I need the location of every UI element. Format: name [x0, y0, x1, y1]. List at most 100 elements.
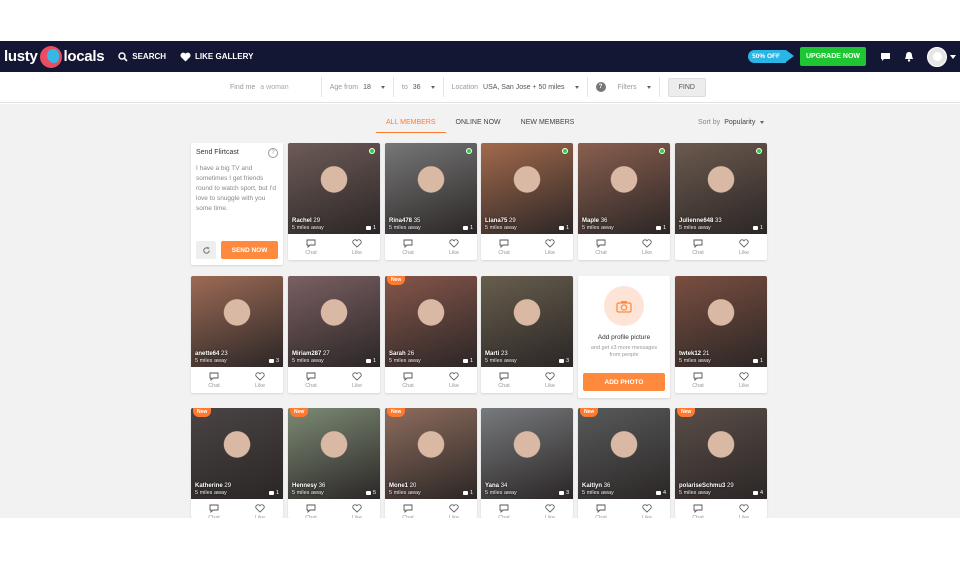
like-button[interactable]: Like [334, 367, 380, 393]
like-button[interactable]: Like [431, 367, 477, 393]
like-button[interactable]: Like [624, 499, 670, 518]
like-button[interactable]: Like [721, 234, 767, 260]
like-button[interactable]: Like [237, 499, 283, 518]
member-card[interactable]: New Kaitlyn 36 5 miles away 4 Chat Like [578, 408, 670, 518]
chat-button[interactable]: Chat [191, 499, 237, 518]
filter-location[interactable]: Location USA, San Jose + 50 miles [444, 77, 588, 97]
member-photo[interactable]: New Kaitlyn 36 5 miles away 4 [578, 408, 670, 499]
chat-bubble-icon [693, 239, 703, 248]
sort-dropdown[interactable]: Sort by Popularity [698, 119, 765, 126]
nav-like-gallery-link[interactable]: LIKE GALLERY [180, 52, 253, 62]
chat-button[interactable]: Chat [288, 499, 334, 518]
site-logo[interactable]: lusty locals [4, 45, 105, 68]
like-button[interactable]: Like [527, 234, 573, 260]
heart-icon [352, 371, 362, 381]
find-button[interactable]: FIND [667, 77, 706, 97]
like-button[interactable]: Like [721, 367, 767, 393]
discount-badge[interactable]: 50% OFF [748, 50, 794, 63]
refresh-flirtcast-button[interactable] [196, 241, 216, 259]
help-icon[interactable]: ? [268, 148, 278, 158]
member-photo[interactable]: New Katherine 29 5 miles away 1 [191, 408, 283, 499]
like-button[interactable]: Like [431, 234, 477, 260]
chat-button[interactable]: Chat [675, 367, 721, 393]
help-icon[interactable]: ? [595, 82, 606, 92]
member-name-text: Sarah [389, 351, 406, 357]
like-button[interactable]: Like [527, 367, 573, 393]
chat-button[interactable]: Chat [288, 367, 334, 393]
member-card[interactable]: Julienne648 33 5 miles away 1 Chat Like [675, 143, 767, 260]
member-photo[interactable]: anette64 23 5 miles away 3 [191, 276, 283, 367]
like-button[interactable]: Like [431, 499, 477, 518]
member-card[interactable]: New Katherine 29 5 miles away 1 Chat Like [191, 408, 283, 518]
photo-count: 1 [753, 225, 763, 231]
member-card[interactable]: Yana 34 5 miles away 3 Chat Like [481, 408, 573, 518]
chat-button[interactable]: Chat [675, 499, 721, 518]
member-photo[interactable]: Yana 34 5 miles away 3 [481, 408, 573, 499]
tab-online-now[interactable]: ONLINE NOW [446, 117, 511, 133]
member-name: Rachel 29 [292, 218, 320, 224]
member-card[interactable]: New polariseSchmu3 29 5 miles away 4 Chat Lik… [675, 408, 767, 518]
member-card[interactable]: New Mone1 20 5 miles away 1 Chat Like [385, 408, 477, 518]
member-photo[interactable]: Maple 36 5 miles away 1 [578, 143, 670, 234]
member-card[interactable]: twtek12 21 5 miles away 1 Chat Like [675, 276, 767, 393]
member-actions: Chat Like [385, 499, 477, 518]
send-flirtcast-button[interactable]: SEND NOW [221, 241, 278, 259]
account-menu-chevron-down-icon[interactable] [950, 54, 956, 59]
upgrade-button[interactable]: UPGRADE NOW [799, 47, 866, 66]
member-distance: 5 miles away [679, 490, 711, 496]
chat-button[interactable]: Chat [385, 499, 431, 518]
member-distance: 5 miles away [679, 225, 711, 231]
member-photo[interactable]: New polariseSchmu3 29 5 miles away 4 [675, 408, 767, 499]
member-photo[interactable]: twtek12 21 5 miles away 1 [675, 276, 767, 367]
member-card[interactable]: Miriam287 27 5 miles away 1 Chat Like [288, 276, 380, 393]
member-photo[interactable]: New Mone1 20 5 miles away 1 [385, 408, 477, 499]
filter-find-me[interactable]: Find me a woman [222, 77, 322, 97]
like-button[interactable]: Like [721, 499, 767, 518]
filter-more[interactable]: ? Filters [588, 77, 660, 97]
member-photo[interactable]: Miriam287 27 5 miles away 1 [288, 276, 380, 367]
member-card[interactable]: anette64 23 5 miles away 3 Chat Like [191, 276, 283, 393]
notifications-button[interactable] [904, 51, 914, 62]
member-photo[interactable]: Liana75 29 5 miles away 1 [481, 143, 573, 234]
tab-all-members[interactable]: ALL MEMBERS [376, 117, 446, 133]
chat-button[interactable]: Chat [481, 234, 527, 260]
add-photo-title: Add profile picture [597, 334, 651, 341]
chat-button[interactable]: Chat [578, 499, 624, 518]
add-photo-button[interactable]: ADD PHOTO [583, 373, 665, 391]
member-photo[interactable]: Marti 23 5 miles away 3 [481, 276, 573, 367]
member-photo[interactable]: Rina478 35 5 miles away 1 [385, 143, 477, 234]
chat-button[interactable]: Chat [675, 234, 721, 260]
member-card[interactable]: New Hennesy 36 5 miles away 5 Chat Like [288, 408, 380, 518]
chat-button[interactable]: Chat [385, 234, 431, 260]
chat-button[interactable]: Chat [191, 367, 237, 393]
member-card[interactable]: Liana75 29 5 miles away 1 Chat Like [481, 143, 573, 260]
chat-button[interactable]: Chat [288, 234, 334, 260]
filter-age-from[interactable]: Age from 18 [322, 77, 394, 97]
member-photo[interactable]: Julienne648 33 5 miles away 1 [675, 143, 767, 234]
like-button[interactable]: Like [334, 499, 380, 518]
member-photo[interactable]: New Hennesy 36 5 miles away 5 [288, 408, 380, 499]
member-card[interactable]: Rachel 29 5 miles away 1 Chat Like [288, 143, 380, 260]
messages-button[interactable] [880, 52, 891, 62]
chat-bubble-icon [693, 372, 703, 381]
member-card[interactable]: Marti 23 5 miles away 3 Chat Like [481, 276, 573, 393]
like-button[interactable]: Like [527, 499, 573, 518]
chat-button[interactable]: Chat [481, 367, 527, 393]
like-button[interactable]: Like [624, 234, 670, 260]
member-card[interactable]: Maple 36 5 miles away 1 Chat Like [578, 143, 670, 260]
chat-button[interactable]: Chat [385, 367, 431, 393]
member-card[interactable]: New Sarah 26 5 miles away 1 Chat Like [385, 276, 477, 393]
tab-new-members[interactable]: NEW MEMBERS [511, 117, 585, 133]
member-photo[interactable]: New Sarah 26 5 miles away 1 [385, 276, 477, 367]
chat-button[interactable]: Chat [578, 234, 624, 260]
nav-search-label: SEARCH [132, 52, 167, 61]
nav-search-link[interactable]: SEARCH [118, 51, 167, 62]
chat-button[interactable]: Chat [481, 499, 527, 518]
member-card[interactable]: Rina478 35 5 miles away 1 Chat Like [385, 143, 477, 260]
like-button[interactable]: Like [237, 367, 283, 393]
like-button[interactable]: Like [334, 234, 380, 260]
user-avatar[interactable] [927, 46, 947, 67]
add-photo-circle[interactable] [604, 286, 644, 326]
member-photo[interactable]: Rachel 29 5 miles away 1 [288, 143, 380, 234]
filter-age-to[interactable]: to 36 [394, 77, 444, 97]
